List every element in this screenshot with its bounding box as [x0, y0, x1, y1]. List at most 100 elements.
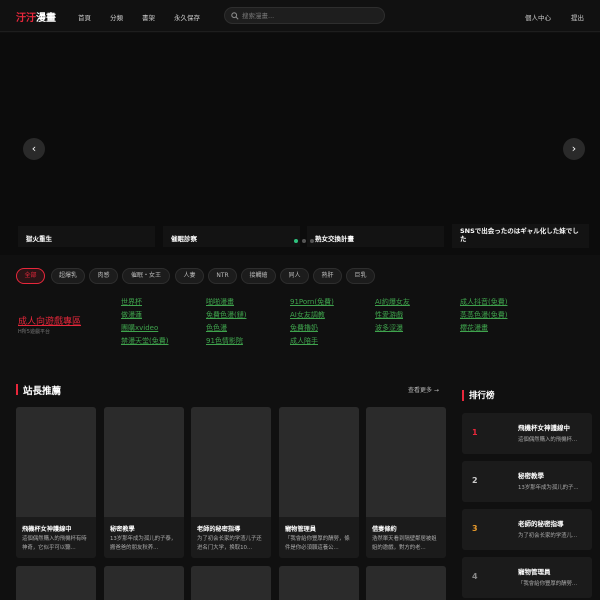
comic-card[interactable]	[366, 566, 446, 600]
partner-link[interactable]: 啪啪漫畫	[206, 297, 234, 307]
slide-caption-4[interactable]: SNSで出会ったのはギャル化した妹でした	[452, 224, 589, 248]
partner-link[interactable]: 性愛游戲	[375, 310, 403, 320]
partner-link[interactable]: 世界杯	[121, 297, 142, 307]
carousel-prev-button[interactable]: ‹	[23, 138, 45, 160]
tag-item[interactable]: 同人	[280, 268, 309, 284]
tag-all[interactable]: 全部	[16, 268, 45, 284]
ranking-item[interactable]: 1 飛機杯女神護線中 這個偶然購入的飛機杯...	[462, 413, 592, 454]
partner-link[interactable]: 成人陪手	[290, 336, 318, 346]
comic-card[interactable]: 寵物管理員 「我會給你豐厚的酬勞，條件是你必須願這養公...	[279, 407, 359, 558]
partner-link[interactable]: AI約爆女友	[375, 297, 410, 307]
partner-link[interactable]: AI女友調教	[290, 310, 325, 320]
partner-link[interactable]: 免費擼奶	[290, 323, 318, 333]
comic-cover	[191, 407, 271, 517]
comic-card[interactable]: 飛機杯女神護線中 這個偶然購入的飛機杯有時神奇，它似乎可以聽...	[16, 407, 96, 558]
carousel-dot-3[interactable]	[310, 239, 314, 243]
tag-item[interactable]: 熟肝	[313, 268, 342, 284]
rank-number: 1	[472, 428, 478, 437]
rank-title: 老師的秘密指導	[518, 520, 564, 528]
partner-link[interactable]: 色色漫	[206, 323, 227, 333]
rank-number: 4	[472, 572, 478, 581]
carousel-dot-2[interactable]	[302, 239, 306, 243]
rank-title: 秘密教學	[518, 472, 544, 480]
comic-card[interactable]: 老師的秘密指導 为了初会长家的学渣儿子还进名门大学，换取10...	[191, 407, 271, 558]
slide-caption-3[interactable]: 熟女交換計畫	[307, 226, 444, 247]
rank-title: 寵物管理員	[518, 568, 551, 576]
comic-cover	[366, 566, 446, 600]
partner-link[interactable]: 禁漫天堂(免費)	[121, 336, 168, 346]
logout-link[interactable]: 提出	[571, 12, 584, 22]
comic-card[interactable]: 秘密教學 13岁那年成为孤儿的子泰，搬爸爸的朋友秋养...	[104, 407, 184, 558]
comic-title: 老師的秘密指導	[197, 526, 241, 533]
partner-link[interactable]: 91色情影院	[206, 336, 243, 346]
tag-item[interactable]: 肉感	[89, 268, 118, 284]
logo-part1: 汙汙	[16, 13, 36, 24]
search-input[interactable]	[242, 10, 377, 22]
top-header: 汙汙漫畫 首頁 分類 書架 永久保存 個人中心 提出	[0, 0, 600, 32]
search-icon	[231, 12, 239, 20]
comic-title: 借妻條約	[372, 526, 397, 533]
adult-game-zone-subtitle: H所5遊戲平台	[18, 329, 50, 335]
slide-caption-2[interactable]: 催眠診察	[163, 226, 300, 247]
comic-desc: 這個偶然購入的飛機杯有時神奇，它似乎可以聽...	[22, 536, 87, 551]
adult-game-zone-link[interactable]: 成人向遊戲專區	[18, 314, 81, 327]
comic-cover	[104, 566, 184, 600]
user-center-link[interactable]: 個人中心	[525, 12, 551, 22]
rank-desc: 這個偶然購入的飛機杯...	[518, 437, 578, 443]
comic-desc: 浩然單天看到隔壁鄰居被姐姐的邀戲，對方的老...	[372, 536, 437, 551]
comic-desc: 13岁那年成为孤儿的子泰，搬爸爸的朋友秋养...	[110, 536, 177, 551]
comic-card[interactable]	[191, 566, 271, 600]
section-accent-bar	[16, 384, 18, 395]
partner-link[interactable]: 免費色漫(鏈)	[206, 310, 246, 320]
comic-title: 飛機杯女神護線中	[22, 526, 72, 533]
comic-desc: 「我會給你豐厚的酬勞，條件是你必須願這養公...	[285, 536, 350, 551]
tag-item[interactable]: 人妻	[175, 268, 204, 284]
rank-desc: 「我會給你豐厚的酬勞...	[518, 581, 578, 587]
comic-cover	[279, 407, 359, 517]
partner-link[interactable]: 成人抖音(免費)	[460, 297, 507, 307]
tag-item[interactable]: 接觸繪	[241, 268, 276, 284]
partner-link[interactable]: 波多涩瀑	[375, 323, 403, 333]
partner-link[interactable]: 團購xvideo	[121, 323, 158, 333]
banner-carousel: ‹ › 獄火重生 催眠診察 熟女交換計畫 SNSで出会ったのはギャル化した妹でし…	[0, 33, 600, 255]
nav-bookshelf[interactable]: 書架	[142, 12, 155, 22]
rank-number: 2	[472, 476, 478, 485]
search-box[interactable]	[224, 7, 385, 24]
nav-permanent[interactable]: 永久保存	[174, 12, 200, 22]
comic-card[interactable]: 借妻條約 浩然單天看到隔壁鄰居被姐姐的邀戲，對方的老...	[366, 407, 446, 558]
partner-link[interactable]: 91Porn(免費)	[290, 297, 334, 307]
tag-item[interactable]: 超爆乳	[51, 268, 85, 284]
tag-item[interactable]: 催眠・女王	[122, 268, 170, 284]
comic-title: 寵物管理員	[285, 526, 316, 533]
ranking-item[interactable]: 4 寵物管理員 「我會給你豐厚的酬勞...	[462, 557, 592, 598]
nav-home[interactable]: 首頁	[78, 12, 91, 22]
rank-desc: 为了初会长家的学渣儿...	[518, 533, 578, 539]
rank-number: 3	[472, 524, 478, 533]
comic-cover	[191, 566, 271, 600]
comic-card[interactable]	[16, 566, 96, 600]
view-more-link[interactable]: 查看更多 →	[408, 385, 439, 394]
partner-link[interactable]: 做漫蓮	[121, 310, 142, 320]
rank-desc: 13岁那年成为孤儿的子...	[518, 485, 579, 491]
nav-category[interactable]: 分類	[110, 12, 123, 22]
partner-link[interactable]: 蒸蒸色漫(免費)	[460, 310, 507, 320]
ranking-section-title: 排行榜	[469, 391, 495, 401]
comic-desc: 为了初会长家的学渣儿子还进名门大学，换取10...	[197, 536, 262, 551]
comic-cover	[279, 566, 359, 600]
recommend-section-title: 站長推薦	[23, 386, 62, 397]
tag-item[interactable]: 巨乳	[346, 268, 375, 284]
comic-cover	[16, 566, 96, 600]
ranking-item[interactable]: 2 秘密教學 13岁那年成为孤儿的子...	[462, 461, 592, 502]
comic-cover	[104, 407, 184, 517]
comic-cover	[366, 407, 446, 517]
site-logo[interactable]: 汙汙漫畫	[16, 9, 56, 24]
comic-card[interactable]	[104, 566, 184, 600]
comic-card[interactable]	[279, 566, 359, 600]
rank-title: 飛機杯女神護線中	[518, 424, 570, 432]
partner-link[interactable]: 櫻花漫畫	[460, 323, 488, 333]
slide-caption-1[interactable]: 獄火重生	[18, 226, 155, 247]
ranking-item[interactable]: 3 老師的秘密指導 为了初会长家的学渣儿...	[462, 509, 592, 550]
tag-item[interactable]: NTR	[208, 268, 237, 284]
carousel-dot-1[interactable]	[294, 239, 298, 243]
carousel-next-button[interactable]: ›	[563, 138, 585, 160]
